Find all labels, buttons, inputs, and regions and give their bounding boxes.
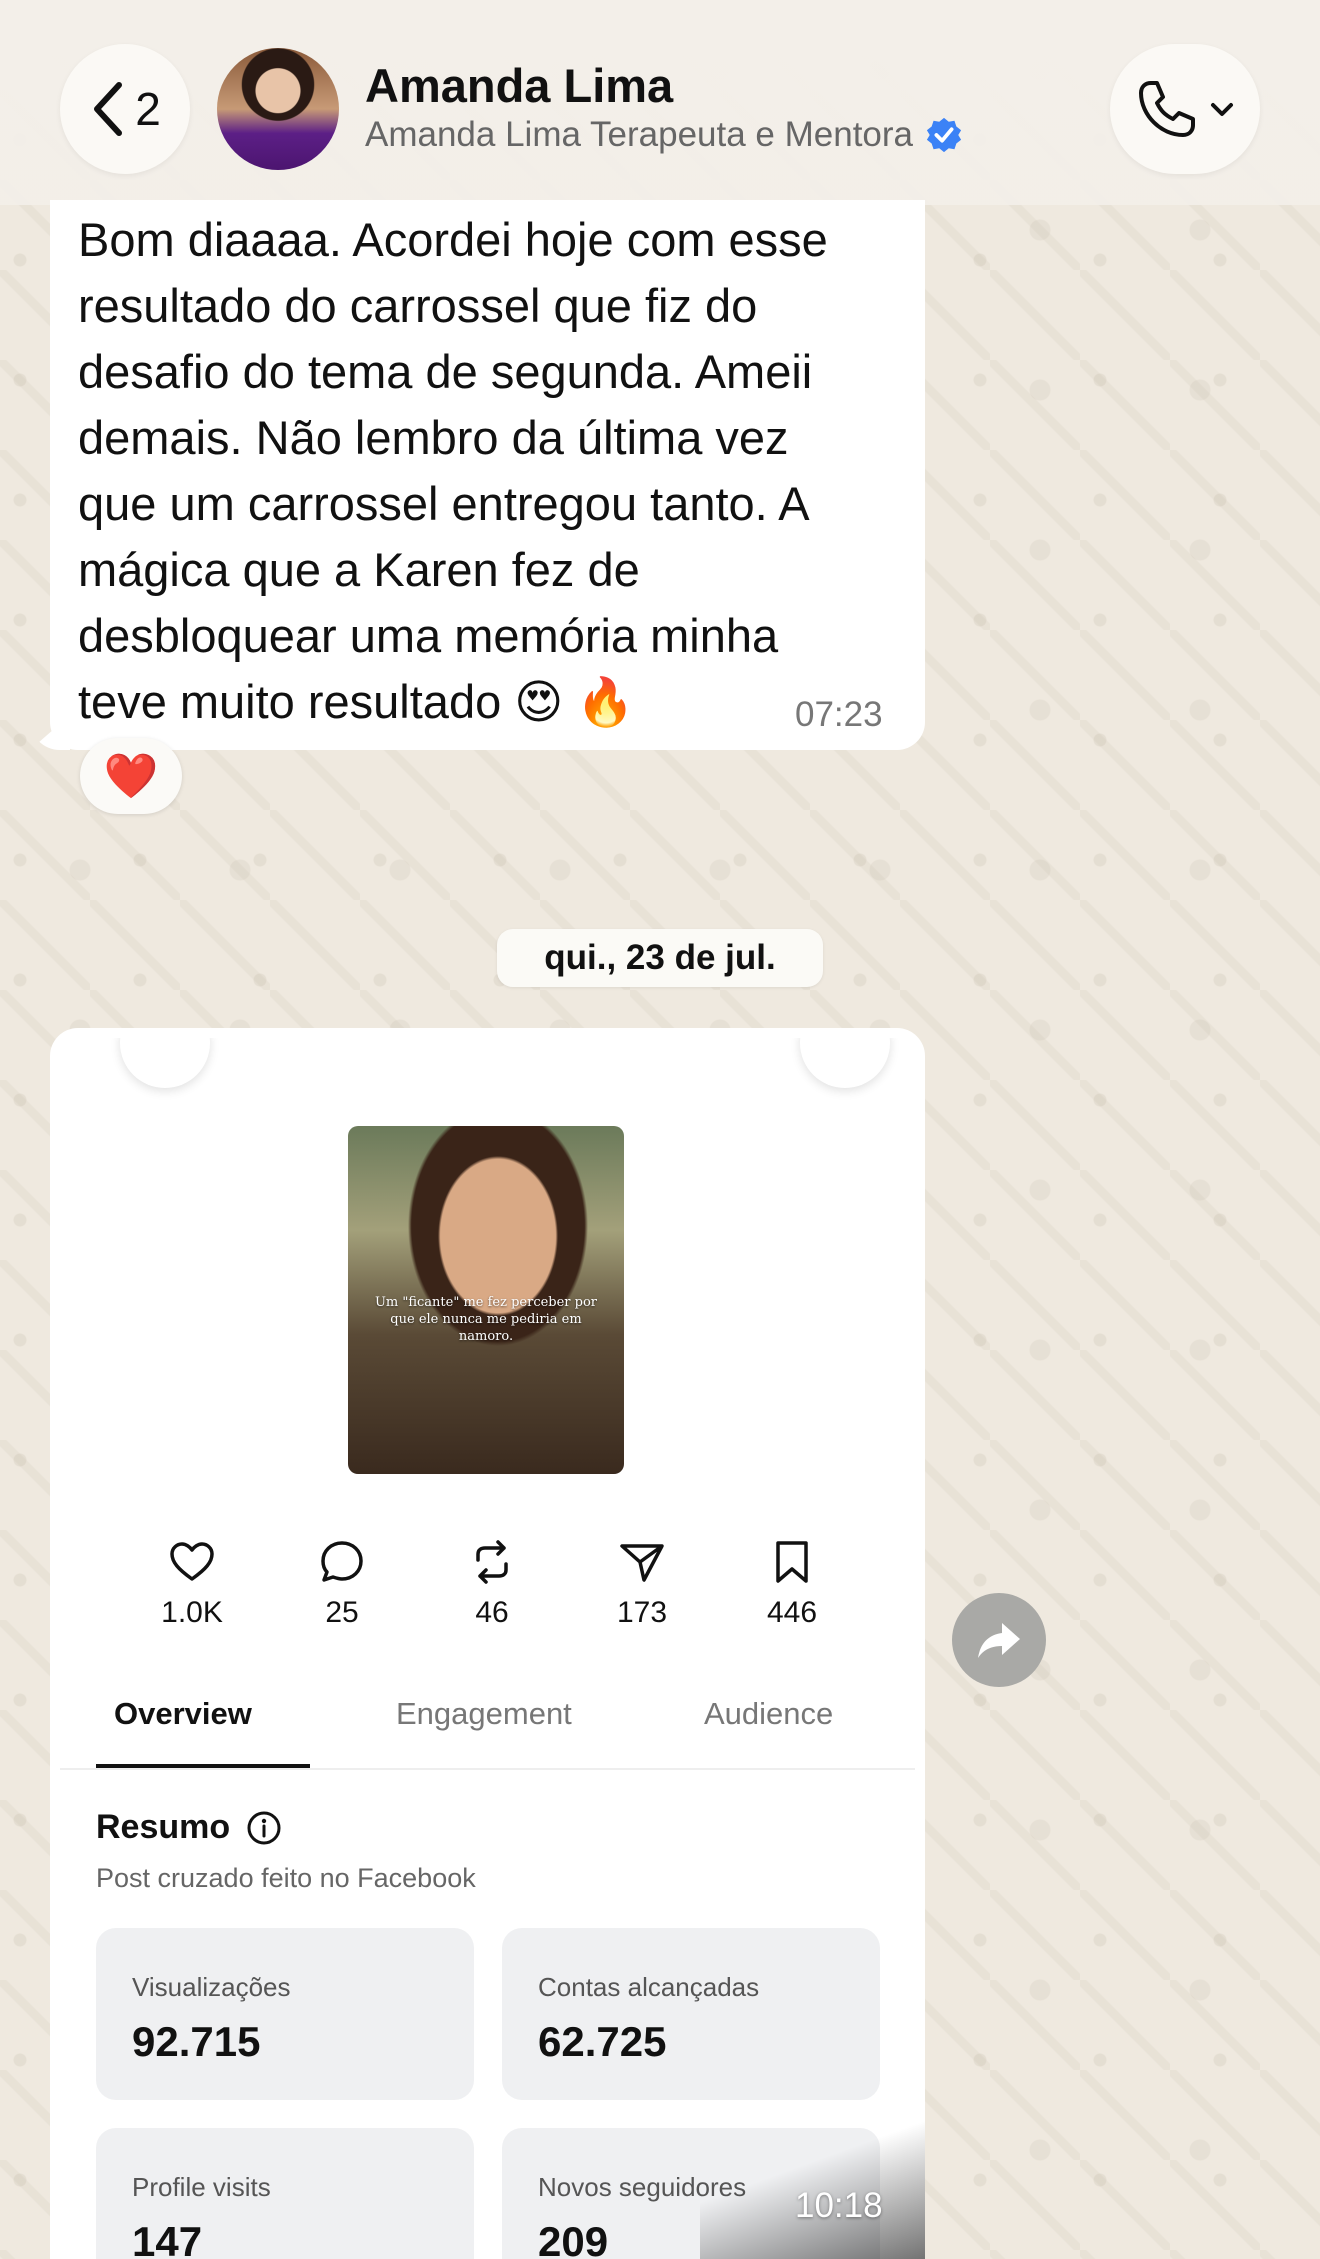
post-thumbnail: Um "ficante" me fez perceber por que ele…	[348, 1126, 624, 1474]
summary-title-text: Resumo	[96, 1808, 231, 1846]
stat-saves: 446	[737, 1538, 847, 1630]
contact-name[interactable]: Amanda Lima	[365, 58, 673, 113]
tab-engagement: Engagement	[396, 1696, 572, 1731]
image-message[interactable]: Um "ficante" me fez perceber por que ele…	[50, 1028, 925, 2259]
call-button[interactable]	[1110, 44, 1260, 174]
chat-header: 2 Amanda Lima Amanda Lima Terapeuta e Me…	[0, 0, 1320, 205]
metric-label: Visualizações	[132, 1972, 291, 2002]
bookmark-icon	[776, 1541, 808, 1583]
comment-icon	[321, 1541, 363, 1582]
tab-underline	[96, 1764, 310, 1768]
stat-reposts: 46	[437, 1538, 547, 1630]
avatar[interactable]	[217, 48, 339, 170]
back-button[interactable]: 2	[60, 44, 190, 174]
stat-value: 25	[325, 1596, 359, 1629]
screenshot-top-button	[800, 1038, 890, 1088]
tab-overview: Overview	[114, 1696, 252, 1731]
screenshot-top-button	[120, 1038, 210, 1088]
summary-subtitle: Post cruzado feito no Facebook	[96, 1863, 476, 1893]
heart-icon	[170, 1542, 214, 1581]
message-text: Bom diaaaa. Acordei hoje com esse result…	[78, 213, 828, 728]
stat-likes: 1.0K	[137, 1538, 247, 1630]
forward-arrow-icon	[978, 1623, 1020, 1658]
reaction-badge[interactable]: ❤️	[80, 738, 182, 814]
metric-label: Profile visits	[132, 2172, 271, 2202]
stat-value: 173	[616, 1596, 668, 1629]
tab-audience: Audience	[704, 1696, 834, 1731]
metric-card: Profile visits 147	[96, 2128, 474, 2259]
repost-icon	[476, 1540, 508, 1584]
message-time: 07:23	[795, 695, 883, 734]
stat-value: 1.0K	[161, 1596, 223, 1629]
metric-value: 92.715	[132, 2018, 261, 2065]
info-icon	[247, 1811, 281, 1844]
metric-card: Contas alcançadas 62.725	[502, 1928, 880, 2100]
chevron-left-icon	[94, 82, 123, 136]
verified-badge-icon	[926, 117, 962, 153]
stat-comments: 25	[287, 1538, 397, 1630]
summary-title: Resumo	[96, 1808, 282, 1847]
contact-subtitle[interactable]: Amanda Lima Terapeuta e Mentora	[365, 115, 963, 155]
phone-icon	[1139, 81, 1195, 137]
contact-subtitle-text: Amanda Lima Terapeuta e Mentora	[365, 115, 914, 154]
post-caption: Um "ficante" me fez perceber por que ele…	[374, 1295, 598, 1344]
metric-value: 62.725	[538, 2018, 667, 2065]
forward-button[interactable]	[952, 1593, 1046, 1687]
date-separator: qui., 23 de jul.	[497, 929, 823, 987]
metric-value: 147	[132, 2218, 203, 2259]
chevron-down-icon	[1211, 103, 1233, 116]
stat-value: 446	[766, 1596, 818, 1629]
send-icon	[620, 1544, 664, 1582]
metric-card: Visualizações 92.715	[96, 1928, 474, 2100]
metric-value: 209	[538, 2218, 609, 2259]
post-stats: 1.0K 25 46 173 446	[120, 1538, 880, 1648]
stat-value: 46	[475, 1596, 509, 1629]
time-overlay-gradient	[700, 2110, 925, 2259]
unread-count: 2	[135, 83, 161, 135]
stat-shares: 173	[587, 1538, 697, 1630]
metric-label: Contas alcançadas	[538, 1972, 760, 2002]
insights-screenshot: Um "ficante" me fez perceber por que ele…	[60, 1038, 915, 2259]
insights-tabs: Overview Engagement Audience	[60, 1678, 915, 1770]
image-message-time: 10:18	[795, 2186, 883, 2225]
